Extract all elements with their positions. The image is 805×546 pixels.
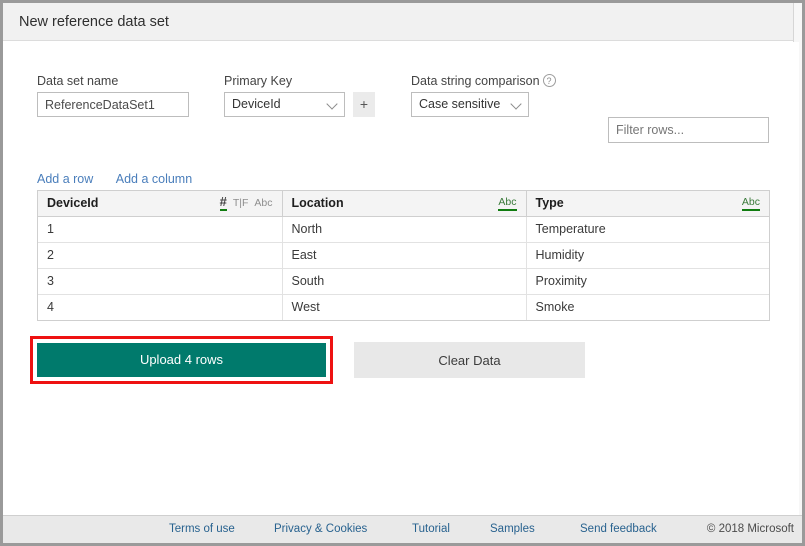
chevron-down-icon [511, 102, 520, 107]
string-comparison-select[interactable]: Case sensitive [411, 92, 529, 117]
footer-link-terms-of-use[interactable]: Terms of use [169, 523, 235, 535]
dataset-name-input[interactable] [37, 92, 189, 117]
cell-deviceid[interactable]: 3 [38, 268, 283, 295]
cell-deviceid[interactable]: 2 [38, 242, 283, 269]
column-header-location[interactable]: Location Abc [282, 191, 527, 217]
cell-location[interactable]: East [282, 242, 527, 269]
main-content: Data set name Primary Key DeviceId + Dat… [3, 42, 799, 515]
page-footer: Terms of use Privacy & Cookies Tutorial … [3, 515, 802, 543]
boolean-icon[interactable]: T|F [233, 197, 249, 210]
add-column-plus-button[interactable]: + [353, 92, 375, 117]
column-header-label: DeviceId [47, 196, 99, 211]
chevron-down-icon [327, 102, 336, 107]
add-a-row-link[interactable]: Add a row [37, 172, 93, 186]
primary-key-value: DeviceId [232, 97, 281, 111]
footer-link-samples[interactable]: Samples [490, 523, 535, 535]
string-comparison-label-text: Data string comparison [411, 74, 540, 88]
column-header-deviceid[interactable]: DeviceId # T|F Abc [38, 191, 283, 217]
footer-link-privacy-cookies[interactable]: Privacy & Cookies [274, 523, 367, 535]
table-row[interactable]: 1 North Temperature [38, 216, 769, 243]
window-title-bar: New reference data set [3, 3, 799, 41]
column-header-type[interactable]: Type Abc [526, 191, 769, 217]
filter-rows-input[interactable] [608, 117, 769, 143]
primary-key-label: Primary Key [224, 74, 293, 88]
string-comparison-label: Data string comparison? [411, 74, 556, 88]
app-window: New reference data set Data set name Pri… [0, 0, 805, 546]
table-action-links: Add a row Add a column [37, 170, 210, 188]
dataset-name-field-group: Data set name [37, 74, 189, 117]
cell-location[interactable]: North [282, 216, 527, 243]
footer-copyright: © 2018 Microsoft [706, 523, 794, 535]
string-abc-icon[interactable]: Abc [254, 197, 272, 210]
table-row[interactable]: 4 West Smoke [38, 294, 769, 320]
clear-data-button[interactable]: Clear Data [354, 342, 585, 378]
cell-deviceid[interactable]: 4 [38, 294, 283, 320]
column-header-label: Type [535, 196, 564, 211]
column-type-selector: # T|F Abc [219, 195, 273, 211]
cell-type[interactable]: Temperature [526, 216, 769, 243]
footer-link-send-feedback[interactable]: Send feedback [580, 523, 657, 535]
table-header-row: DeviceId # T|F Abc Location Abc Type Abc [38, 191, 769, 217]
table-row[interactable]: 3 South Proximity [38, 268, 769, 295]
reference-data-table: DeviceId # T|F Abc Location Abc Type Abc… [37, 190, 770, 321]
cell-type[interactable]: Proximity [526, 268, 769, 295]
primary-key-field-group: Primary Key DeviceId + [224, 74, 375, 117]
string-comparison-field-group: Data string comparison? Case sensitive [411, 74, 556, 117]
cell-location[interactable]: West [282, 294, 527, 320]
cell-deviceid[interactable]: 1 [38, 216, 283, 243]
cell-type[interactable]: Humidity [526, 242, 769, 269]
column-type-selector: Abc [498, 196, 517, 211]
cell-location[interactable]: South [282, 268, 527, 295]
cell-type[interactable]: Smoke [526, 294, 769, 320]
footer-link-tutorial[interactable]: Tutorial [412, 523, 450, 535]
string-abc-icon[interactable]: Abc [498, 196, 517, 211]
question-mark-icon[interactable]: ? [542, 74, 556, 87]
add-a-column-link[interactable]: Add a column [116, 172, 192, 186]
table-row[interactable]: 2 East Humidity [38, 242, 769, 269]
column-type-selector: Abc [741, 196, 760, 211]
primary-key-select[interactable]: DeviceId [224, 92, 345, 117]
column-header-label: Location [291, 196, 344, 211]
upload-rows-button[interactable]: Upload 4 rows [35, 341, 328, 379]
dataset-name-label: Data set name [37, 74, 119, 88]
hash-number-icon[interactable]: # [219, 195, 227, 211]
string-abc-icon[interactable]: Abc [741, 196, 760, 211]
string-comparison-value: Case sensitive [419, 97, 501, 111]
page-title: New reference data set [19, 14, 169, 30]
